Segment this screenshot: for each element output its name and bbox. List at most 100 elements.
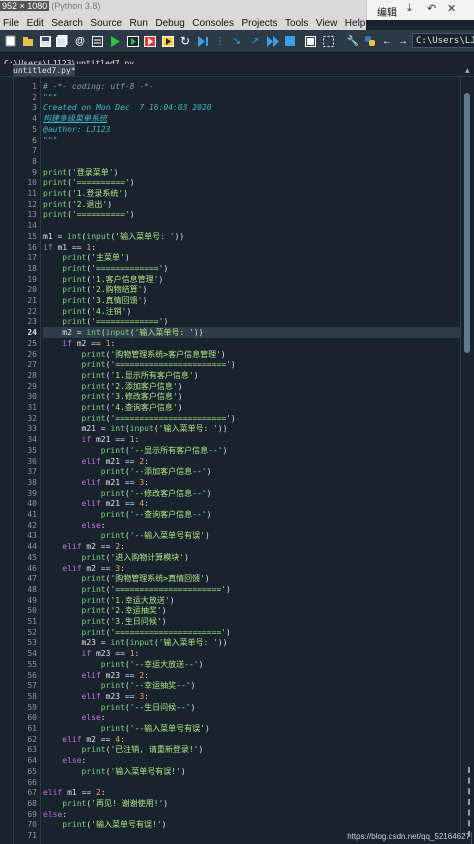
code-line[interactable]: print('=============')	[43, 263, 168, 274]
code-line[interactable]: print('再见! 谢谢使用!')	[43, 798, 168, 809]
code-line[interactable]: elif m23 == 3:	[43, 691, 149, 702]
code-line[interactable]: else:	[43, 712, 106, 723]
run-file-icon[interactable]	[126, 34, 140, 48]
open-file-icon[interactable]	[21, 34, 35, 48]
save-icon[interactable]	[38, 34, 52, 48]
editor-vertical-scrollbar[interactable]	[460, 77, 474, 837]
code-line[interactable]: print('1.客户信息管理')	[43, 274, 163, 285]
code-line[interactable]: print('1.显示所有客户信息')	[43, 370, 199, 381]
code-line[interactable]: 构建多级菜单系统	[43, 113, 107, 124]
code-line[interactable]: if m1 == 1:	[43, 242, 96, 253]
code-line[interactable]: elif m21 == 4:	[43, 498, 149, 509]
code-line[interactable]: print('==========')	[43, 209, 135, 220]
code-line[interactable]: print('--输入菜单号有误')	[43, 530, 210, 541]
python-path-icon[interactable]	[363, 34, 377, 48]
code-line[interactable]: print('4.注销')	[43, 306, 131, 317]
run-cell-icon[interactable]	[143, 34, 157, 48]
code-line[interactable]: print('1.登录系统')	[43, 188, 128, 199]
code-line[interactable]: print('--显示所有客户信息--')	[43, 445, 228, 456]
code-line[interactable]: print('2.购物结算')	[43, 284, 147, 295]
code-line[interactable]: # -*- coding: utf-8 -*-	[43, 81, 154, 92]
run-icon[interactable]	[108, 34, 122, 48]
code-line[interactable]: print('--生日问候--')	[43, 702, 196, 713]
code-line[interactable]: elif m2 == 2:	[43, 541, 125, 552]
code-line[interactable]: @author: LJ123	[43, 124, 110, 135]
code-line[interactable]: if m23 == 1:	[43, 648, 140, 659]
maximize-pane-icon[interactable]	[303, 34, 317, 48]
wrench-icon[interactable]: 🔧	[346, 34, 360, 48]
code-line[interactable]: m21 = int(input('输入菜单号: '))	[43, 423, 228, 434]
code-line[interactable]: elif m2 == 3:	[43, 563, 125, 574]
code-line[interactable]: print('2.退出')	[43, 199, 112, 210]
working-directory-field[interactable]: C:\Users\LJ123	[412, 33, 474, 48]
code-line[interactable]: print('2.添加客户信息')	[43, 381, 183, 392]
code-line[interactable]: print('1.幸运大放送')	[43, 595, 175, 606]
code-line[interactable]: print('=======================')	[43, 413, 236, 424]
code-line[interactable]: print('--查询客户信息--')	[43, 509, 212, 520]
code-line[interactable]: elif m1 == 2:	[43, 787, 106, 798]
code-line[interactable]: print('输入菜单号有误!')	[43, 766, 186, 777]
code-line[interactable]: else:	[43, 809, 67, 820]
edit-button[interactable]: 编辑	[377, 4, 397, 19]
code-line[interactable]: print('已注销, 请重新登录!')	[43, 744, 204, 755]
code-line[interactable]: if m2 == 1:	[43, 338, 115, 349]
code-line[interactable]: m23 = int(input('输入菜单号: '))	[43, 637, 228, 648]
code-line[interactable]: print('--幸运大放送--')	[43, 659, 204, 670]
new-file-icon[interactable]	[3, 34, 17, 48]
save-all-icon[interactable]	[55, 34, 69, 48]
rerun-icon[interactable]: ↻	[178, 34, 192, 48]
code-line[interactable]: else:	[43, 755, 86, 766]
code-line[interactable]: print('2.幸运抽奖')	[43, 605, 167, 616]
code-line[interactable]: """	[43, 135, 57, 146]
fullscreen-icon[interactable]	[321, 34, 335, 48]
debug-icon[interactable]	[196, 34, 210, 48]
download-icon[interactable]: ⤓	[407, 2, 412, 15]
tab-untitled7[interactable]: untitled7.py*	[13, 64, 76, 76]
code-line[interactable]: print('=============')	[43, 316, 168, 327]
continue-icon[interactable]	[266, 34, 280, 48]
code-line[interactable]: print('登录菜单')	[43, 167, 118, 178]
code-line[interactable]: print('--输入菜单号有误')	[43, 723, 210, 734]
code-line[interactable]: print('3.真情回馈')	[43, 295, 147, 306]
code-line[interactable]: print('购物管理系统>客户信息管理')	[43, 349, 226, 360]
code-line[interactable]: print('输入菜单号有误!')	[43, 819, 166, 830]
at-sign-icon[interactable]: @	[73, 34, 87, 48]
code-line[interactable]: Created on Mon Dec 7 16:04:03 2020	[43, 102, 212, 113]
preferences-list-icon[interactable]	[90, 34, 104, 48]
forward-arrow-icon[interactable]: →	[396, 34, 410, 48]
code-area[interactable]: # -*- coding: utf-8 -*- """ Created on Mon…	[43, 77, 472, 844]
code-line[interactable]: print('==========')	[43, 177, 135, 188]
close-icon[interactable]: ✕	[447, 2, 456, 15]
code-line[interactable]: print('3.修改客户信息')	[43, 391, 183, 402]
step-icon[interactable]: ⋮	[213, 34, 227, 48]
code-line[interactable]: print('3.生日问候')	[43, 616, 167, 627]
code-editor[interactable]: 1 2 3 4 5 6 7 8 9 10 11 12 13 14 15 16 17 18 19 20 21 22 23 24 2…	[13, 77, 472, 844]
code-line[interactable]: else:	[43, 520, 106, 531]
code-line[interactable]: m2 = int(input('输入菜单号: '))	[43, 327, 203, 338]
code-line[interactable]: """	[43, 92, 57, 103]
code-line[interactable]: print('--修改客户信息--')	[43, 488, 212, 499]
code-line[interactable]: print('进入购物计算模块')	[43, 552, 189, 563]
code-line[interactable]: if m21 == 1:	[43, 434, 140, 445]
undo-icon[interactable]: ↶	[427, 2, 436, 15]
code-line[interactable]: print('--幸运抽奖--')	[43, 680, 196, 691]
code-line[interactable]: print('=======================')	[43, 359, 236, 370]
code-line[interactable]: elif m21 == 3:	[43, 477, 149, 488]
code-line[interactable]: print('======================')	[43, 627, 231, 638]
scrollbar-thumb[interactable]	[464, 93, 470, 353]
code-line[interactable]: print('4.查询客户信息')	[43, 402, 183, 413]
code-line[interactable]: m1 = int(input('输入菜单号: '))	[43, 231, 184, 242]
code-line[interactable]: print('主菜单')	[43, 252, 129, 263]
code-line[interactable]: elif m23 == 2:	[43, 670, 149, 681]
tab-list-icon[interactable]: ▴	[465, 65, 470, 76]
code-line[interactable]: elif m21 == 2:	[43, 456, 149, 467]
code-line[interactable]: print('======================')	[43, 584, 231, 595]
back-arrow-icon[interactable]: ←	[380, 34, 394, 48]
code-line[interactable]: print('--添加客户信息--')	[43, 466, 212, 477]
step-into-icon[interactable]: ↘	[230, 34, 244, 48]
code-line[interactable]: elif m2 == 4:	[43, 734, 125, 745]
step-return-icon[interactable]: ↗	[248, 34, 262, 48]
code-line[interactable]: print('购物管理系统>真情回馈')	[43, 573, 210, 584]
run-cell-advance-icon[interactable]	[161, 34, 175, 48]
stop-icon[interactable]	[283, 34, 297, 48]
